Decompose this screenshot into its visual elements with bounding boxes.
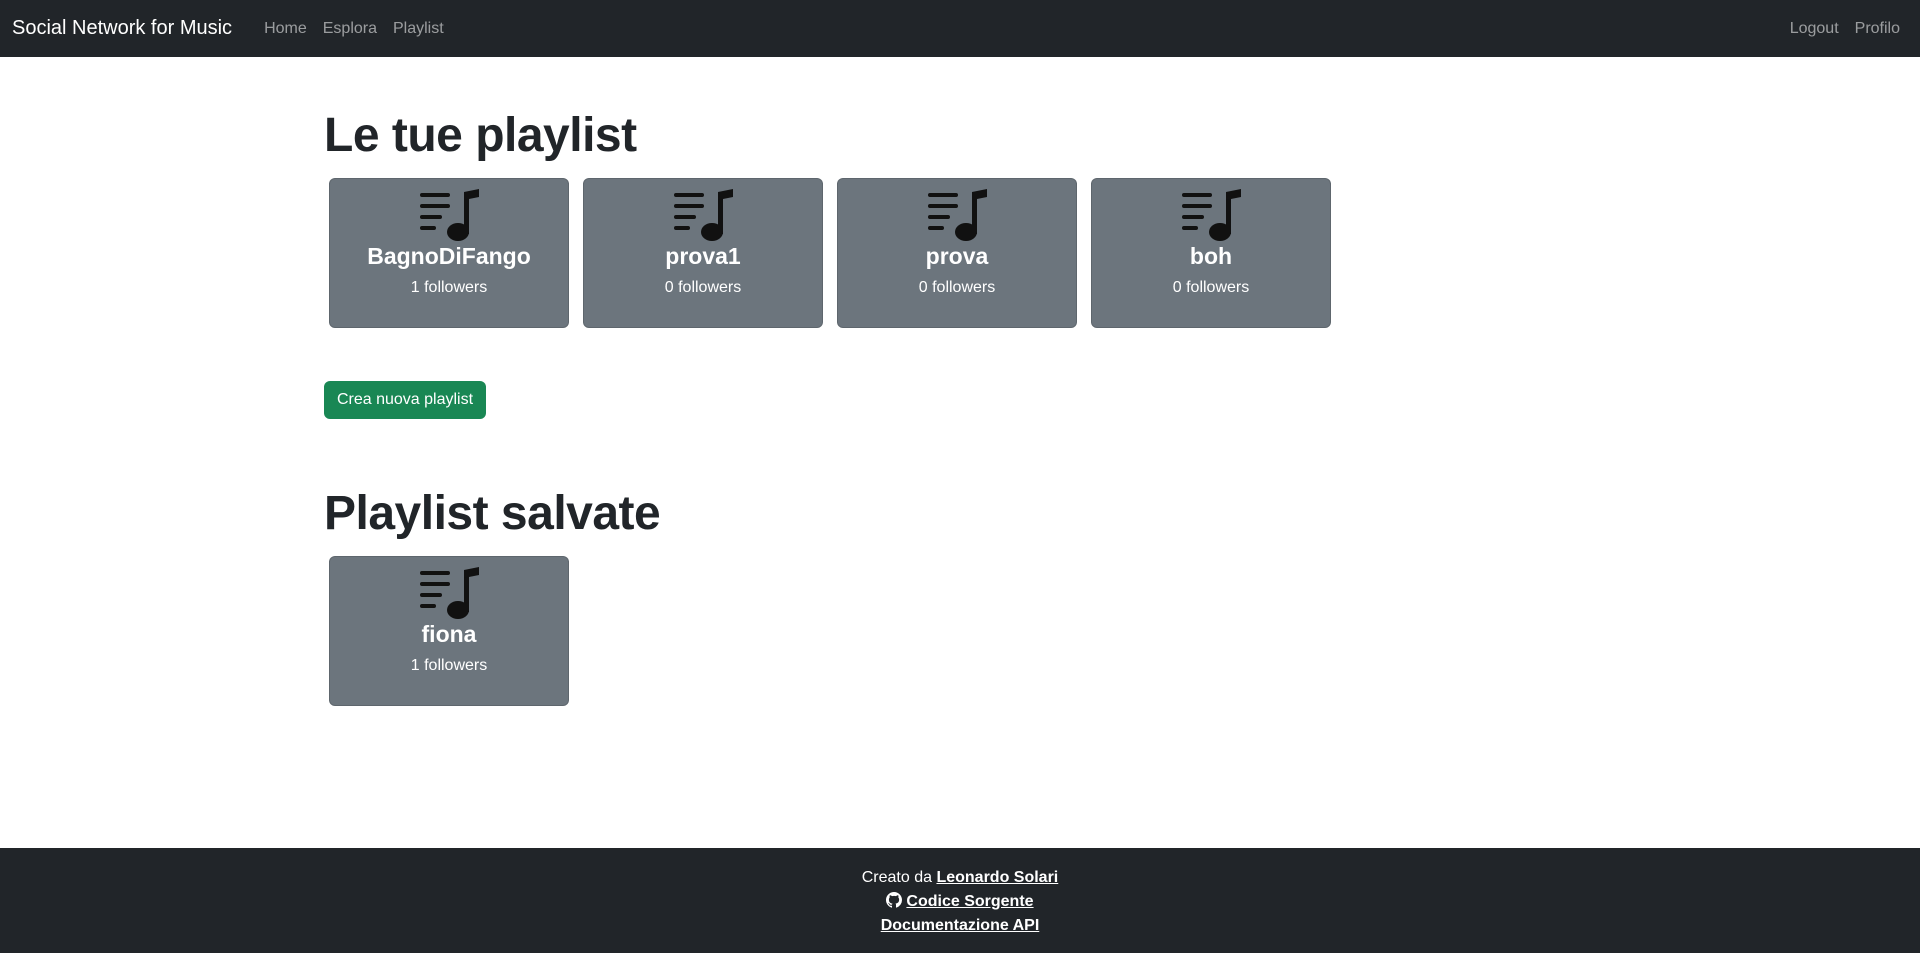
- my-playlists-grid: BagnoDiFango 1 followers prova1 0 follow…: [329, 178, 1331, 328]
- saved-playlists-title: Playlist salvate: [324, 487, 661, 540]
- playlist-music-icon: [1182, 189, 1241, 241]
- nav-left: Home Esplora Playlist: [256, 20, 452, 38]
- footer-api: Documentazione API: [881, 914, 1040, 938]
- my-playlists-title: Le tue playlist: [324, 109, 637, 162]
- nav-link-logout[interactable]: Logout: [1782, 20, 1847, 38]
- playlist-card[interactable]: boh 0 followers: [1091, 178, 1331, 328]
- nav-link-esplora[interactable]: Esplora: [315, 20, 385, 38]
- playlist-music-icon: [420, 567, 479, 619]
- nav-link-profilo[interactable]: Profilo: [1847, 20, 1908, 38]
- nav-link-playlist[interactable]: Playlist: [385, 20, 452, 38]
- footer: Creato da Leonardo Solari Codice Sorgent…: [0, 848, 1920, 953]
- playlist-followers: 1 followers: [410, 656, 488, 674]
- nav-link-home[interactable]: Home: [256, 20, 315, 38]
- playlist-card[interactable]: BagnoDiFango 1 followers: [329, 178, 569, 328]
- footer-credit-prefix: Creato da: [861, 869, 932, 886]
- playlist-name: prova: [925, 243, 989, 269]
- create-playlist-button[interactable]: Crea nuova playlist: [324, 381, 486, 419]
- navbar: Social Network for Music Home Esplora Pl…: [0, 0, 1920, 57]
- playlist-music-icon: [674, 189, 733, 241]
- playlist-name: BagnoDiFango: [367, 243, 531, 269]
- playlist-followers: 1 followers: [410, 278, 488, 296]
- playlist-name: boh: [1189, 243, 1233, 269]
- author-link[interactable]: Leonardo Solari: [936, 869, 1058, 886]
- saved-playlists-grid: fiona 1 followers: [329, 556, 569, 706]
- api-docs-link[interactable]: Documentazione API: [881, 917, 1040, 934]
- playlist-card[interactable]: prova1 0 followers: [583, 178, 823, 328]
- github-icon: [886, 892, 903, 908]
- playlist-card[interactable]: prova 0 followers: [837, 178, 1077, 328]
- nav-right: Logout Profilo: [1782, 20, 1908, 38]
- playlist-card[interactable]: fiona 1 followers: [329, 556, 569, 706]
- source-code-link[interactable]: Codice Sorgente: [906, 893, 1033, 910]
- playlist-followers: 0 followers: [918, 278, 996, 296]
- playlist-music-icon: [420, 189, 479, 241]
- playlist-followers: 0 followers: [1172, 278, 1250, 296]
- footer-credit: Creato da Leonardo Solari: [862, 866, 1059, 890]
- footer-source: Codice Sorgente: [886, 890, 1034, 914]
- playlist-name: fiona: [421, 621, 477, 647]
- playlist-name: prova1: [665, 243, 741, 269]
- playlist-followers: 0 followers: [664, 278, 742, 296]
- playlist-music-icon: [928, 189, 987, 241]
- brand-link[interactable]: Social Network for Music: [12, 17, 232, 40]
